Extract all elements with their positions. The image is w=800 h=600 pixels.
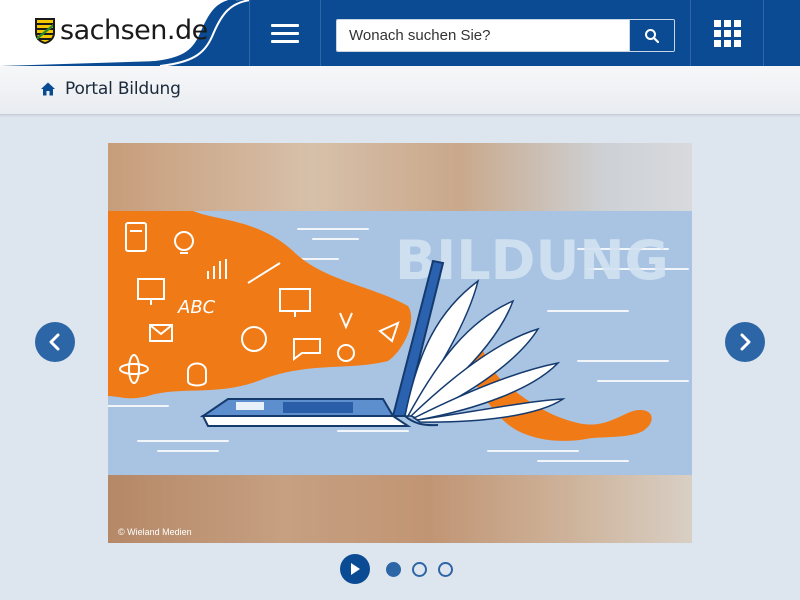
slider-play-button[interactable] <box>340 554 370 584</box>
hero-slide[interactable]: BILDUNG ABC © Wieland Medien <box>108 143 692 543</box>
breadcrumb-label: Portal Bildung <box>65 79 181 99</box>
slider-next-button[interactable] <box>725 322 765 362</box>
breadcrumb[interactable]: Portal Bildung <box>40 79 181 99</box>
logo-area: sachsen.de <box>0 0 270 66</box>
play-icon <box>351 563 360 575</box>
logo-text: sachsen.de <box>60 15 208 46</box>
bildung-illustration: BILDUNG ABC <box>108 211 692 475</box>
apps-button[interactable] <box>690 0 764 66</box>
search-button[interactable] <box>629 20 674 51</box>
slider-controls <box>340 554 453 584</box>
slide-blur-bottom <box>108 475 692 543</box>
slider-dot-3[interactable] <box>438 561 453 577</box>
saxony-crest-icon <box>35 18 55 44</box>
sachsen-logo[interactable]: sachsen.de <box>34 16 208 46</box>
slider-prev-button[interactable] <box>35 322 75 362</box>
magnifier-icon <box>645 28 660 43</box>
search-input[interactable] <box>337 20 629 51</box>
slide-blur-top <box>108 143 692 211</box>
chevron-left-icon <box>49 333 60 351</box>
menu-button[interactable] <box>249 0 321 66</box>
chevron-right-icon <box>740 333 751 351</box>
grid-icon <box>713 19 741 47</box>
slider-dot-2[interactable] <box>412 561 427 577</box>
site-header: sachsen.de <box>0 0 800 66</box>
hamburger-icon <box>271 23 299 43</box>
abc-glyph: ABC <box>177 297 216 318</box>
slider-dot-1[interactable] <box>386 561 401 577</box>
breadcrumb-bar: Portal Bildung <box>0 66 800 115</box>
search-bar <box>336 19 675 52</box>
image-credit: © Wieland Medien <box>118 527 192 537</box>
home-icon <box>41 82 55 96</box>
